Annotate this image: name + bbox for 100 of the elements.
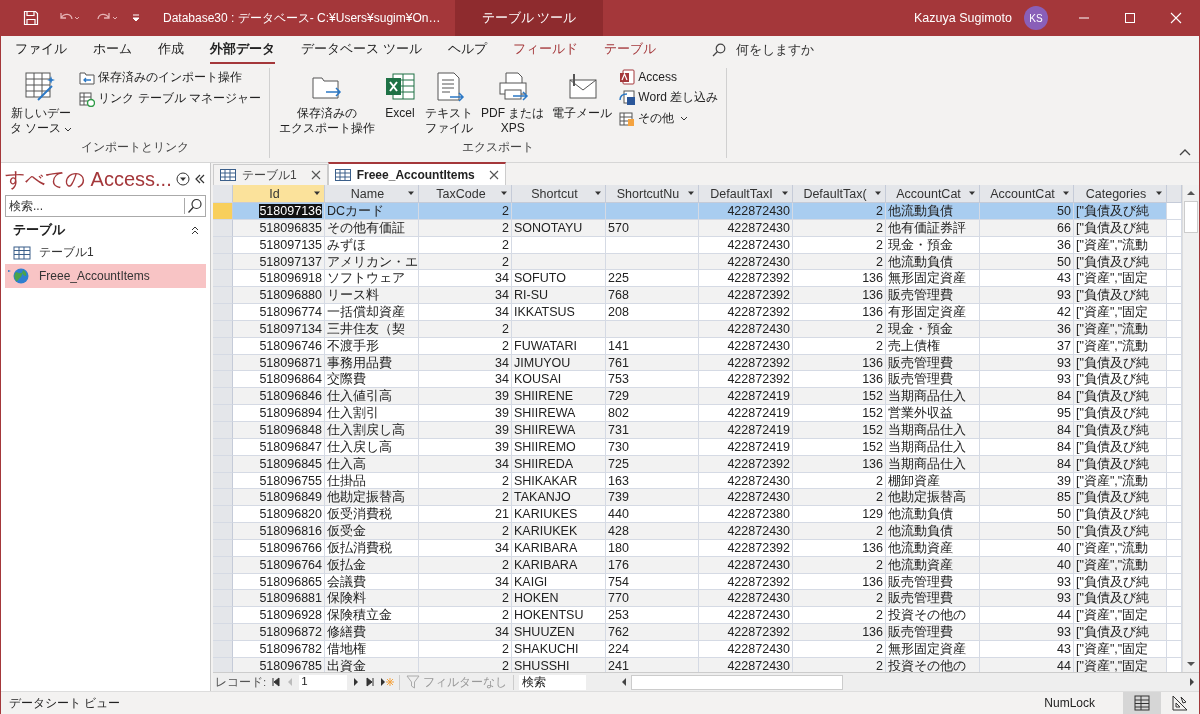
scrollbar-thumb[interactable] — [1184, 201, 1198, 233]
pane-title[interactable]: すべての Access... — [5, 165, 172, 193]
last-record-icon[interactable] — [365, 677, 376, 687]
table-cell: 36 — [980, 236, 1074, 254]
column-header[interactable]: Categories — [1074, 185, 1167, 203]
table-cell: 2 — [793, 640, 886, 658]
table-cell: 518096847 — [233, 438, 325, 456]
tell-me-field[interactable]: 何をしますか — [735, 41, 814, 59]
collapse-ribbon-icon[interactable] — [1179, 148, 1191, 156]
column-header[interactable]: DefaultTaxI — [699, 185, 793, 203]
ribbon-button[interactable]: 電子メール — [549, 68, 616, 123]
dropdown-arrow-icon[interactable] — [594, 191, 602, 196]
table-cell — [1167, 287, 1182, 305]
collapse-pane-icon[interactable] — [194, 173, 206, 185]
table-cell: 518096881 — [233, 590, 325, 608]
column-header[interactable]: AccountCat — [886, 185, 980, 203]
ribbon-tab[interactable]: 作成 — [158, 36, 184, 64]
table-cell: 422872430 — [699, 337, 793, 355]
customize-caret-icon[interactable] — [131, 13, 141, 23]
document-tab[interactable]: テーブル1 — [213, 164, 328, 185]
table-cell: 保険料 — [325, 590, 419, 608]
table-cell: 仮受金 — [325, 523, 419, 540]
ribbon-tab[interactable]: ホーム — [93, 36, 132, 64]
column-header[interactable]: DefaultTax( — [793, 185, 886, 203]
column-header[interactable]: ShortcutNu — [606, 185, 699, 203]
ribbon-button[interactable]: その他 — [617, 109, 721, 128]
dropdown-arrow-icon[interactable] — [1062, 191, 1070, 196]
table-cell: 仮払消費税 — [325, 539, 419, 557]
ribbon-tab[interactable]: ファイル — [15, 36, 67, 64]
user-avatar[interactable]: KS — [1024, 6, 1048, 30]
ribbon-button[interactable]: Word 差し込み — [617, 88, 721, 107]
table-cell — [1167, 203, 1182, 220]
ribbon-tab[interactable]: データベース ツール — [301, 36, 422, 64]
table-cell: 不渡手形 — [325, 337, 419, 355]
ribbon-button[interactable]: リンク テーブル マネージャー — [77, 89, 263, 108]
dropdown-arrow-icon[interactable] — [313, 191, 321, 196]
ribbon-button[interactable]: Access — [617, 68, 721, 86]
view-label: データシート ビュー — [8, 694, 121, 712]
table-cell: DCカード — [325, 203, 419, 220]
group-label: エクスポート — [461, 139, 536, 156]
dropdown-arrow-icon[interactable] — [500, 191, 508, 196]
table-list-item[interactable]: Freee_AccountItems — [5, 264, 206, 288]
scrollbar-thumb[interactable] — [631, 674, 844, 690]
close-icon[interactable] — [310, 170, 321, 180]
database-icon — [619, 69, 636, 85]
search-field[interactable]: 検索... — [5, 195, 206, 217]
ribbon-tab[interactable]: テーブル — [603, 36, 656, 64]
ribbon-button[interactable]: 保存済みのインポート操作 — [77, 68, 263, 87]
ribbon-button[interactable]: 保存済みの エクスポート操作 — [276, 68, 378, 138]
table-cell — [1167, 523, 1182, 540]
maximize-icon[interactable] — [1124, 12, 1136, 24]
new-record-icon[interactable] — [380, 677, 395, 687]
ribbon-tab[interactable]: フィールド — [512, 36, 578, 64]
table-cell: 2 — [419, 590, 512, 608]
column-header[interactable]: Name — [325, 185, 419, 203]
search-icon[interactable] — [184, 198, 205, 214]
table-cell: 販売管理費 — [886, 624, 980, 641]
document-tab[interactable]: Freee_AccountItems — [327, 162, 506, 185]
table-cell: 34 — [419, 539, 512, 557]
next-record-icon[interactable] — [352, 677, 361, 687]
table-list-item[interactable]: テーブル1 — [5, 241, 206, 264]
search-field[interactable]: 検索 — [519, 674, 587, 690]
ribbon-button[interactable]: Excel — [380, 68, 420, 123]
ribbon-button[interactable]: テキスト ファイル — [422, 68, 476, 138]
ribbon-button[interactable]: PDF または XPS — [478, 68, 548, 138]
table-cell: 739 — [606, 489, 699, 507]
user-name[interactable]: Kazuya Sugimoto — [914, 11, 1012, 25]
column-header[interactable]: TaxCode — [419, 185, 512, 203]
vertical-scrollbar[interactable] — [1182, 185, 1199, 672]
table-cell: 無形固定資産 — [886, 640, 980, 658]
table-cell: 136 — [793, 304, 886, 321]
close-icon[interactable] — [488, 169, 499, 180]
record-number-field[interactable]: 1 — [299, 674, 348, 690]
column-header[interactable]: Id — [233, 185, 325, 203]
column-header[interactable]: Shortcut — [512, 185, 606, 203]
ribbon-tab[interactable]: 外部データ — [210, 36, 275, 64]
dropdown-arrow-icon[interactable] — [874, 191, 882, 196]
dropdown-arrow-icon[interactable] — [968, 191, 976, 196]
dropdown-arrow-icon[interactable] — [407, 191, 415, 196]
linked-globe-icon — [7, 267, 31, 285]
table-cell: 93 — [980, 287, 1074, 305]
dropdown-icon[interactable] — [176, 172, 190, 186]
group-label: インポートとリンク — [80, 139, 190, 156]
table-cell: 85 — [980, 489, 1074, 507]
dropdown-arrow-icon[interactable] — [781, 191, 789, 196]
ribbon-button[interactable]: 新しいデー タ ソース — [7, 68, 76, 138]
chevron-icon[interactable] — [190, 225, 200, 235]
table-cell: 518096846 — [233, 388, 325, 406]
table-cell: 50 — [980, 523, 1074, 540]
save-icon[interactable] — [23, 10, 39, 26]
search-icon[interactable] — [711, 43, 726, 57]
table-cell — [1167, 624, 1182, 641]
table-cell: 422872430 — [699, 203, 793, 220]
ribbon-tab[interactable]: ヘルプ — [447, 36, 487, 64]
dropdown-arrow-icon[interactable] — [687, 191, 695, 196]
column-header[interactable]: AccountCat — [980, 185, 1074, 203]
dropdown-arrow-icon[interactable] — [1155, 191, 1163, 196]
group-header[interactable]: テーブル — [13, 221, 65, 239]
previous-record-icon[interactable] — [286, 677, 295, 687]
first-record-icon[interactable] — [271, 677, 282, 687]
